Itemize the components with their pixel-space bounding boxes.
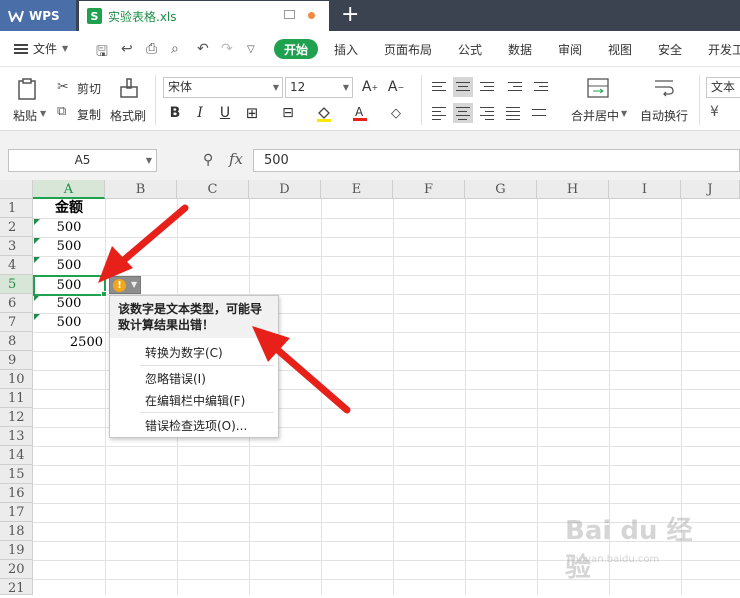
- annotation-arrows: [98, 204, 351, 414]
- arrow-to-popup: [252, 326, 351, 414]
- arrow-to-cell: [98, 204, 189, 283]
